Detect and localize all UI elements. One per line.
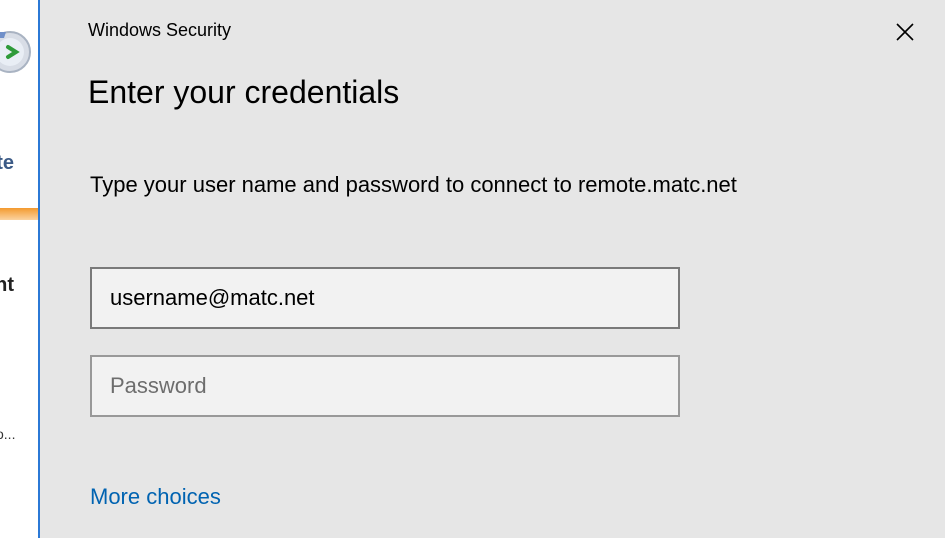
more-choices-link[interactable]: More choices — [90, 484, 221, 510]
background-text-fragment: ote — [0, 152, 14, 174]
dialog-description: Type your user name and password to conn… — [90, 172, 737, 197]
credentials-dialog: Windows Security Enter your credentials … — [38, 0, 945, 538]
background-window: ote ent ) o... — [0, 0, 38, 538]
background-text-fragment: o... — [0, 426, 16, 442]
close-icon — [896, 23, 914, 41]
close-button[interactable] — [885, 14, 925, 50]
remote-desktop-icon — [0, 31, 31, 73]
background-accent-bar — [0, 208, 38, 220]
dialog-heading: Enter your credentials — [88, 74, 400, 110]
password-field[interactable] — [90, 355, 680, 417]
background-text-fragment: ent — [0, 274, 14, 296]
username-field[interactable] — [90, 267, 680, 329]
dialog-title: Windows Security — [88, 20, 232, 40]
